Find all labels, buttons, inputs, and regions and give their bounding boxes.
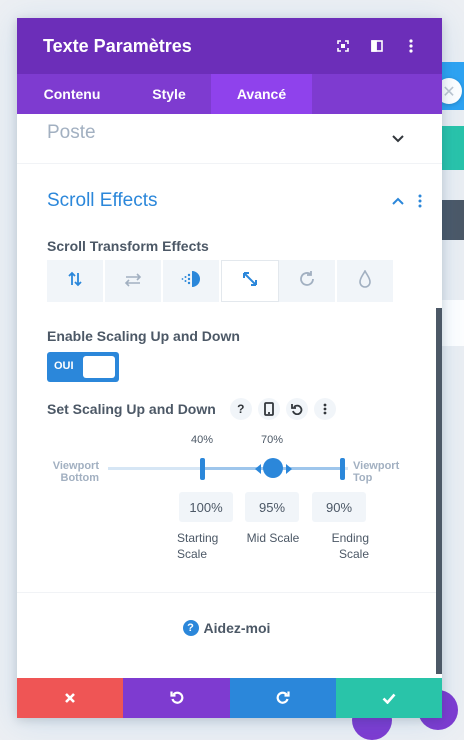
toggle-label: OUI [54,360,74,372]
section-menu-icon[interactable] [418,194,422,208]
cancel-button[interactable] [17,678,123,718]
more-vertical-icon[interactable] [313,398,336,420]
viewport-bottom-label: Viewport Bottom [52,460,99,484]
help-link[interactable]: ? Aidez-moi [17,620,436,636]
modal-footer [17,678,442,718]
background-teal-strip [440,126,464,170]
mid-handle[interactable] [263,458,283,478]
settings-modal: Texte Paramètres Contenu Style Avancé Po… [17,18,442,718]
chevron-up-icon[interactable] [392,197,404,205]
modal-title: Texte Paramètres [43,35,192,56]
sidebar-layout-icon[interactable] [364,33,390,59]
redo-button[interactable] [230,678,336,718]
scroll-transform-label: Scroll Transform Effects [47,238,209,254]
modal-body: Poste Scroll Effects Scroll Transform Ef… [17,114,442,680]
focus-icon[interactable] [330,33,356,59]
section-poste-label: Poste [47,121,96,143]
scaling-icon [242,271,258,291]
blur-button[interactable] [337,260,395,302]
starting-scale-caption: Starting Scale [177,531,219,561]
mid-scale-input[interactable]: 95% [245,492,299,522]
end-marker-label: 70% [261,434,284,446]
fading-button[interactable] [163,260,221,302]
blur-icon [358,269,372,292]
help-question-button[interactable]: ? [229,398,252,420]
rotating-icon [298,270,316,292]
fading-icon [181,270,201,292]
scaling-button[interactable] [221,260,279,302]
chevron-down-icon[interactable] [392,128,404,147]
start-handle[interactable] [200,458,205,480]
tab-style[interactable]: Style [127,74,211,114]
background-slate-strip [440,200,464,240]
tab-contenu[interactable]: Contenu [17,74,127,114]
toggle-knob [83,356,115,378]
arrow-left-icon [255,464,261,474]
section-scroll-effects-header[interactable]: Scroll Effects [47,190,422,212]
scaling-toggle[interactable]: OUI [47,352,119,382]
modal-header[interactable]: Texte Paramètres [17,18,442,74]
horizontal-motion-icon [124,272,142,291]
set-scaling-row: Set Scaling Up and Down ? [47,398,336,420]
undo-icon [169,689,184,708]
ending-scale-input[interactable]: 90% [312,492,366,522]
undo-icon[interactable] [285,398,308,420]
set-scaling-label: Set Scaling Up and Down [47,401,216,417]
vertical-motion-icon [67,271,83,291]
end-handle[interactable] [340,458,345,480]
mobile-icon[interactable] [257,398,280,420]
mid-scale-caption: Mid Scale [246,531,300,545]
close-icon [64,689,76,708]
arrow-right-icon [286,464,292,474]
starting-scale-input[interactable]: 100% [179,492,233,522]
tab-bar: Contenu Style Avancé [17,74,442,114]
section-poste[interactable]: Poste [17,114,442,164]
background-white-strip [440,300,464,346]
section-scroll-effects-title: Scroll Effects [47,190,158,211]
start-marker-label: 40% [191,434,214,446]
scrollbar[interactable] [436,308,442,674]
help-label: Aidez-moi [203,620,271,636]
help-icon: ? [182,620,199,636]
tab-avance[interactable]: Avancé [211,74,312,114]
vertical-motion-button[interactable] [47,260,105,302]
viewport-top-label: Viewport Top [353,460,400,484]
redo-icon [276,689,290,708]
undo-button[interactable] [123,678,230,718]
more-vertical-icon[interactable] [398,33,424,59]
enable-scaling-label: Enable Scaling Up and Down [47,328,240,344]
ending-scale-caption: Ending Scale [331,531,369,561]
save-button[interactable] [336,678,442,718]
check-icon [382,689,396,708]
divider [17,592,436,593]
rotating-button[interactable] [279,260,337,302]
horizontal-motion-button[interactable] [105,260,163,302]
scroll-effects-selector [47,260,395,302]
